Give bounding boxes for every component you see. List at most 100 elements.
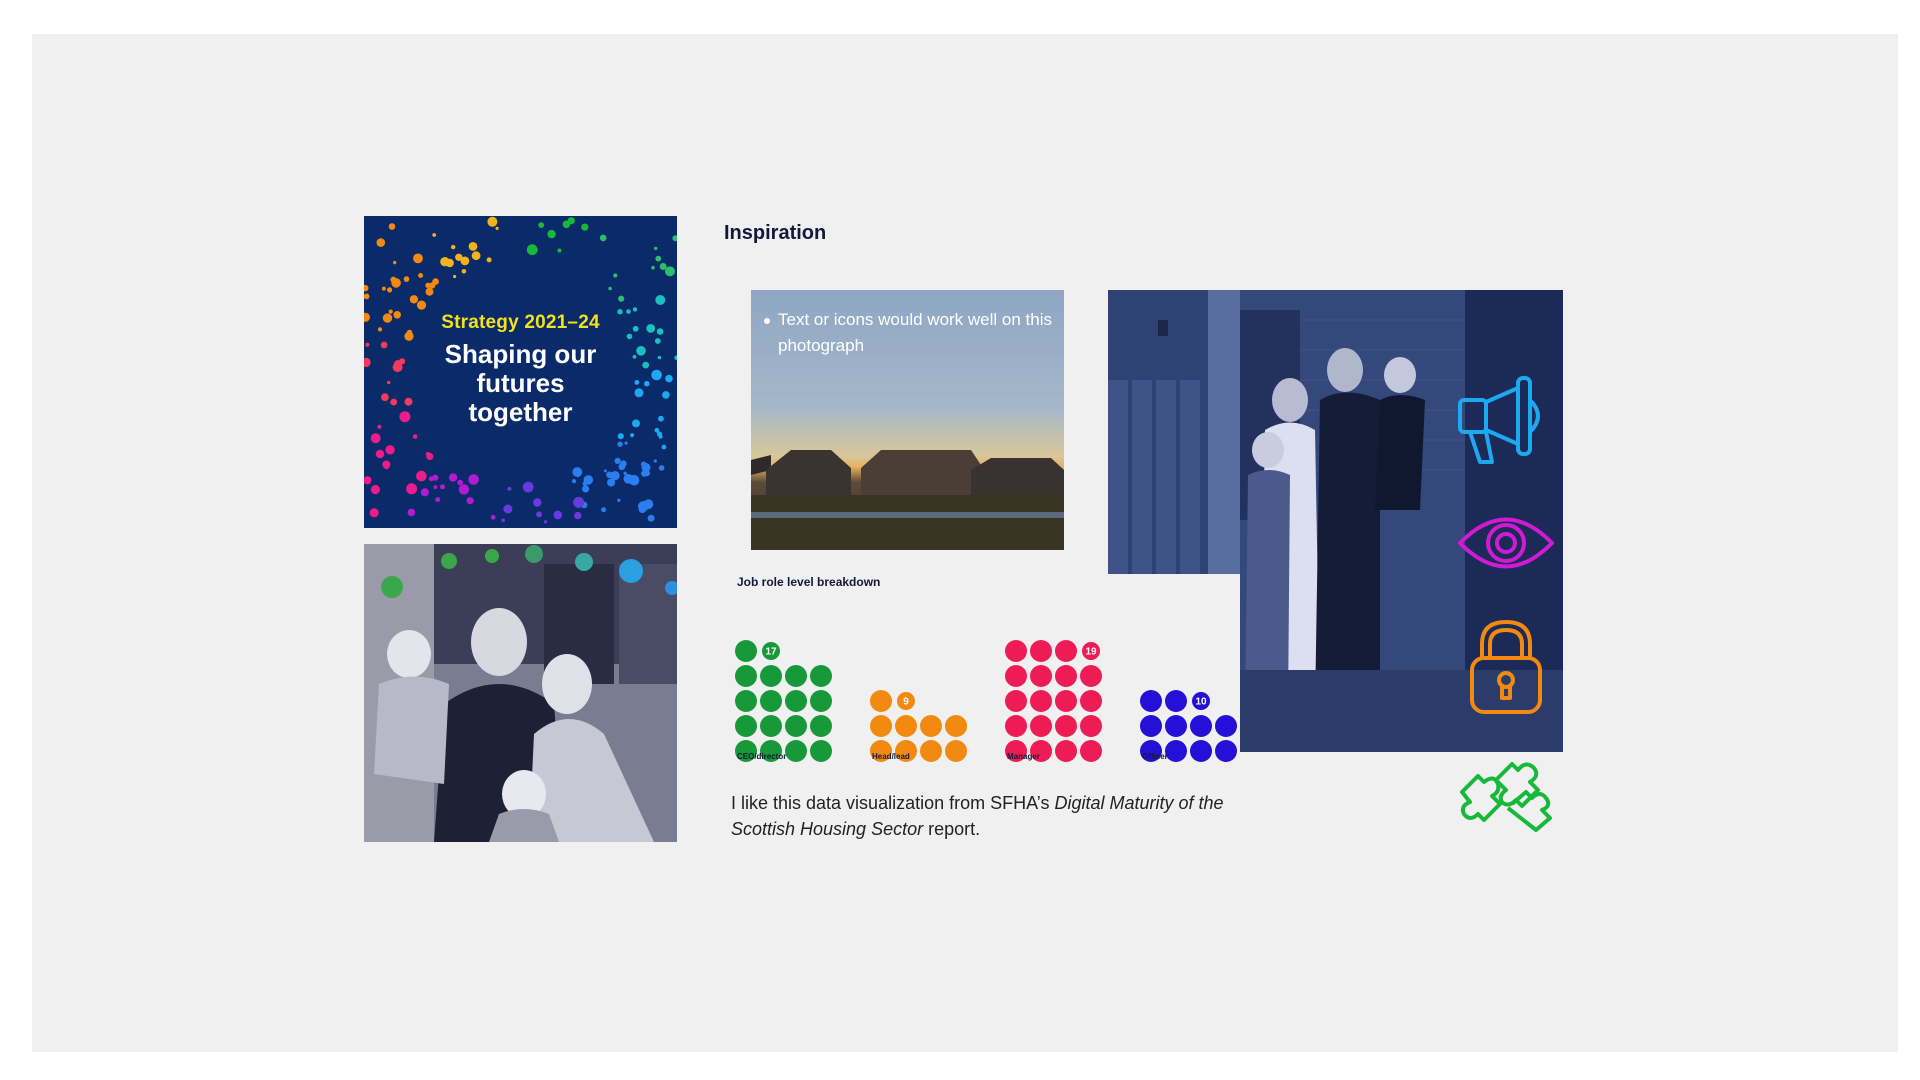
cover-title-line-3: together bbox=[468, 397, 573, 427]
chart-dot bbox=[1215, 715, 1237, 737]
confetti-dot bbox=[420, 488, 429, 497]
confetti-dot bbox=[426, 452, 434, 461]
chart-dot bbox=[760, 715, 782, 737]
confetti-dot bbox=[503, 504, 513, 514]
confetti-dot bbox=[413, 253, 423, 264]
confetti-dot bbox=[526, 244, 538, 256]
confetti-dot bbox=[562, 220, 571, 229]
confetti-dot bbox=[638, 501, 649, 512]
chart-dot bbox=[810, 715, 832, 737]
chart-dot bbox=[735, 665, 757, 687]
confetti-dot bbox=[533, 498, 542, 507]
confetti-dot bbox=[536, 511, 543, 518]
chart-dot bbox=[735, 690, 757, 712]
chart-dot bbox=[810, 690, 832, 712]
confetti-dot bbox=[486, 257, 492, 263]
inspiration-heading: Inspiration bbox=[724, 222, 827, 244]
confetti-dot bbox=[468, 474, 479, 485]
cover-title-line-2: futures bbox=[476, 368, 565, 398]
sky-caption: Text or icons would work well on this ph… bbox=[764, 307, 1054, 359]
confetti-dot bbox=[466, 497, 474, 505]
confetti-dot bbox=[603, 469, 607, 473]
confetti-dot bbox=[543, 520, 548, 524]
confetti-dot bbox=[665, 266, 675, 277]
confetti-dot bbox=[364, 476, 372, 485]
bullet-dot bbox=[764, 318, 770, 324]
chart-dot bbox=[1005, 640, 1027, 662]
confetti-dot bbox=[385, 445, 395, 455]
confetti-dot bbox=[453, 274, 457, 279]
megaphone-icon bbox=[1458, 376, 1540, 464]
quote-prefix: I like this data visualization from SFHA… bbox=[731, 793, 1055, 813]
confetti-dot bbox=[661, 444, 667, 450]
confetti-dot bbox=[573, 496, 585, 508]
confetti-dot bbox=[655, 255, 662, 262]
confetti-dot bbox=[487, 216, 498, 227]
value-label: 17 bbox=[765, 647, 777, 658]
confetti-dot bbox=[538, 222, 545, 228]
confetti-dot bbox=[409, 295, 419, 304]
chart-title: Job role level breakdown bbox=[737, 575, 881, 589]
chart-dot bbox=[870, 690, 892, 712]
confetti-dot bbox=[440, 484, 445, 490]
confetti-dot bbox=[572, 467, 583, 477]
confetti-dot bbox=[522, 481, 534, 493]
confetti-dot bbox=[440, 257, 450, 267]
confetti-dot bbox=[381, 286, 386, 291]
fence-art bbox=[1108, 290, 1240, 574]
value-label: 19 bbox=[1085, 647, 1097, 658]
quote-text: I like this data visualization from SFHA… bbox=[731, 790, 1231, 842]
confetti-dot bbox=[547, 229, 556, 239]
confetti-dot bbox=[407, 508, 416, 517]
confetti-dot bbox=[672, 235, 677, 242]
confetti-dot bbox=[391, 278, 401, 288]
chart-dot bbox=[1055, 690, 1077, 712]
confetti-dot bbox=[618, 463, 626, 471]
confetti-dot bbox=[617, 441, 623, 447]
confetti-dot bbox=[382, 460, 391, 469]
confetti-dot bbox=[432, 233, 437, 237]
chart-dot bbox=[735, 640, 757, 662]
confetti-dot bbox=[425, 287, 434, 296]
confetti-dot bbox=[490, 514, 496, 520]
confetti-dot bbox=[495, 226, 499, 230]
confetti-dot bbox=[375, 449, 385, 459]
confetti-dot bbox=[403, 276, 410, 282]
confetti-dot bbox=[507, 486, 512, 491]
confetti-dot bbox=[376, 238, 386, 247]
sky-caption-text: Text or icons would work well on this ph… bbox=[778, 310, 1053, 355]
confetti-dot bbox=[623, 474, 634, 484]
chart-dot bbox=[945, 715, 967, 737]
chart-dot bbox=[920, 715, 942, 737]
eye-icon bbox=[1458, 517, 1554, 569]
confetti-dot bbox=[658, 465, 665, 471]
chart-dot bbox=[1055, 665, 1077, 687]
chart-dot bbox=[785, 715, 807, 737]
chart-dot bbox=[785, 665, 807, 687]
chart-dot bbox=[810, 665, 832, 687]
chart-dot bbox=[1080, 690, 1102, 712]
confetti-dot bbox=[432, 278, 439, 285]
confetti-dot bbox=[571, 479, 577, 484]
chart-dot bbox=[735, 715, 757, 737]
confetti-dot bbox=[425, 282, 431, 288]
confetti-dot bbox=[461, 269, 467, 274]
confetti-dot bbox=[618, 295, 625, 302]
confetti-dot bbox=[654, 246, 658, 251]
strategy-cover: Strategy 2021–24 Shaping our futures tog… bbox=[364, 216, 677, 528]
confetti-dot bbox=[364, 284, 369, 292]
confetti-dot bbox=[655, 295, 666, 305]
confetti-dot bbox=[501, 518, 505, 522]
value-label: 9 bbox=[903, 697, 909, 708]
chart-dot bbox=[1165, 715, 1187, 737]
confetti-dot bbox=[428, 476, 434, 482]
confetti-dot bbox=[613, 273, 618, 278]
chart-dot bbox=[1140, 715, 1162, 737]
chart-dot bbox=[895, 715, 917, 737]
confetti-dot bbox=[583, 475, 594, 485]
cover-title: Shaping our futures together bbox=[364, 340, 677, 427]
confetti-dot bbox=[433, 485, 438, 490]
padlock-icon bbox=[1470, 620, 1542, 714]
confetti-dot bbox=[388, 223, 396, 230]
confetti-dot bbox=[581, 223, 589, 231]
